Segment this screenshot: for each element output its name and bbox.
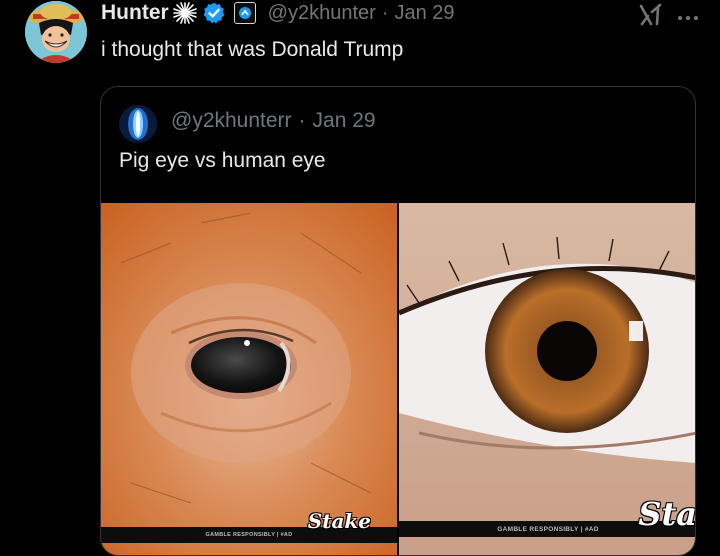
tweet-date[interactable]: Jan 29 <box>394 2 454 25</box>
quoted-tweet-media: GAMBLE RESPONSIBLY | #AD Stake GAMBLE RE… <box>101 203 696 555</box>
pig-eye-image[interactable]: GAMBLE RESPONSIBLY | #AD Stake <box>101 203 397 555</box>
ad-caption: GAMBLE RESPONSIBLY | #AD <box>205 532 293 538</box>
grok-icon[interactable] <box>638 2 664 33</box>
quoted-author-handle[interactable]: @y2khunterr <box>171 109 292 133</box>
affiliate-badge-icon[interactable] <box>233 2 256 24</box>
spark-burst-icon <box>172 2 198 24</box>
blue-light-avatar-image <box>119 105 157 143</box>
tweet-header: Hunter @y2khunter · Jan 29 <box>101 0 455 26</box>
quoted-meta-separator: · <box>298 109 306 132</box>
luffy-avatar-image <box>25 1 87 63</box>
verified-badge-icon[interactable] <box>202 1 226 25</box>
tweet-actions-top <box>638 2 698 33</box>
author-avatar[interactable] <box>25 1 87 63</box>
quoted-author-avatar[interactable] <box>119 105 157 143</box>
quoted-tweet-date[interactable]: Jan 29 <box>313 109 376 133</box>
quoted-tweet-card[interactable]: @y2khunterr · Jan 29 Pig eye vs human ey… <box>100 86 696 556</box>
meta-separator: · <box>381 1 389 24</box>
author-handle[interactable]: @y2khunter <box>268 2 376 25</box>
quoted-tweet-meta: @y2khunterr · Jan 29 <box>171 109 376 133</box>
stake-watermark: Sta <box>638 495 696 533</box>
human-eye-image[interactable]: GAMBLE RESPONSIBLY | #AD Sta <box>399 203 696 555</box>
quoted-tweet-text: Pig eye vs human eye <box>119 149 326 172</box>
tweet-text: i thought that was Donald Trump <box>101 38 404 61</box>
more-options-icon[interactable] <box>678 15 698 20</box>
stake-watermark: Stake <box>307 509 371 533</box>
display-name[interactable]: Hunter <box>101 1 169 25</box>
ad-caption: GAMBLE RESPONSIBLY | #AD <box>497 525 599 533</box>
